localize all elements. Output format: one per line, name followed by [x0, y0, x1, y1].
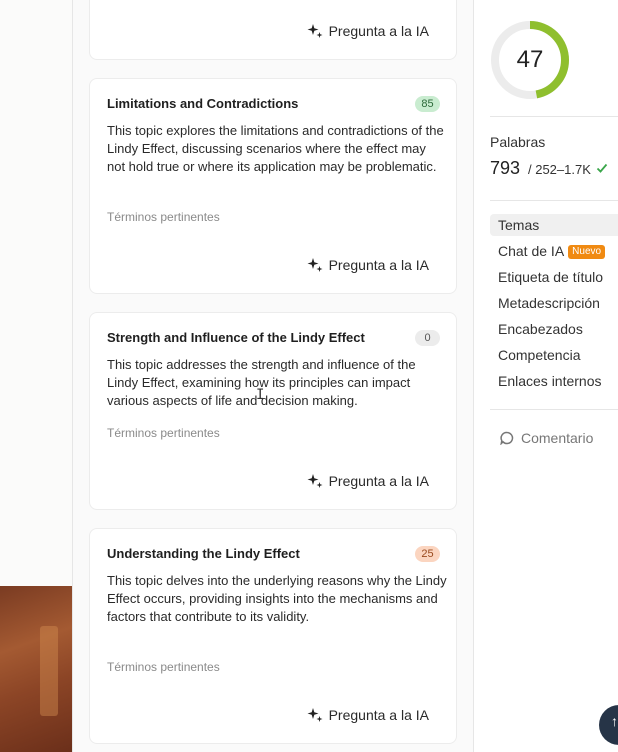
nav-item-ai-chat[interactable]: Chat de IA Nuevo [490, 240, 618, 262]
topic-description: This topic explores the limitations and … [107, 123, 444, 174]
words-count: 793 [490, 158, 521, 178]
background-photo [0, 586, 72, 752]
comment-icon [500, 431, 514, 445]
topic-score-badge: 85 [415, 96, 440, 112]
divider [490, 409, 618, 410]
nav-item-competition[interactable]: Competencia [490, 344, 618, 366]
nav-item-label: Temas [498, 217, 540, 233]
topic-title: Strength and Influence of the Lindy Effe… [107, 330, 365, 345]
nav-item-topics[interactable]: Temas [490, 214, 618, 236]
nav-item-title-tag[interactable]: Etiqueta de título [490, 266, 618, 288]
new-badge: Nuevo [568, 245, 606, 259]
content-score: 47 [516, 46, 544, 73]
nav-item-meta-description[interactable]: Metadescripción [490, 292, 618, 314]
topic-score-badge: 25 [415, 546, 440, 562]
nav-item-internal-links[interactable]: Enlaces internos [490, 370, 618, 392]
ask-ai-button[interactable]: Pregunta a la IA [307, 257, 429, 273]
words-target-range: / 252–1.7K [528, 162, 591, 177]
topic-card: Pregunta a la IA [89, 0, 457, 60]
comment-button[interactable]: Comentario [500, 430, 593, 446]
nav-item-headings[interactable]: Encabezados [490, 318, 618, 340]
topic-card: Strength and Influence of the Lindy Effe… [89, 312, 457, 510]
ask-ai-button[interactable]: Pregunta a la IA [307, 23, 429, 39]
topic-score-badge: 0 [415, 330, 440, 346]
sparkle-icon [307, 707, 323, 723]
nav-item-label: Metadescripción [498, 295, 600, 311]
topic-description: This topic addresses the strength and in… [107, 357, 416, 408]
topic-description: This topic delves into the underlying re… [107, 573, 447, 624]
sidebar-divider [473, 0, 474, 752]
ask-ai-label: Pregunta a la IA [328, 257, 429, 273]
relevant-terms-label: Términos pertinentes [107, 210, 220, 224]
nav-item-label: Etiqueta de título [498, 269, 604, 285]
sparkle-icon [307, 23, 323, 39]
words-label: Palabras [490, 134, 546, 150]
ask-ai-label: Pregunta a la IA [328, 473, 429, 489]
topic-card: Understanding the Lindy Effect 25 This t… [89, 528, 457, 744]
nav-item-label: Encabezados [498, 321, 583, 337]
sparkle-icon [307, 257, 323, 273]
check-icon [596, 163, 608, 173]
ask-ai-button[interactable]: Pregunta a la IA [307, 707, 429, 723]
ask-ai-label: Pregunta a la IA [328, 707, 429, 723]
relevant-terms-label: Términos pertinentes [107, 426, 220, 440]
ask-ai-label: Pregunta a la IA [328, 23, 429, 39]
divider [490, 200, 618, 201]
text-cursor-icon: I [256, 387, 265, 403]
nav-item-label: Competencia [498, 347, 581, 363]
comment-label: Comentario [521, 430, 594, 446]
relevant-terms-label: Términos pertinentes [107, 660, 220, 674]
arrow-up-icon: ↑ [611, 713, 618, 729]
nav-item-label: Enlaces internos [498, 373, 602, 389]
sparkle-icon [307, 473, 323, 489]
topic-title: Understanding the Lindy Effect [107, 546, 300, 561]
topic-title: Limitations and Contradictions [107, 96, 299, 111]
nav-item-label: Chat de IA [498, 243, 565, 259]
divider [490, 116, 618, 117]
topic-card: Limitations and Contradictions 85 This t… [89, 78, 457, 294]
ask-ai-button[interactable]: Pregunta a la IA [307, 473, 429, 489]
